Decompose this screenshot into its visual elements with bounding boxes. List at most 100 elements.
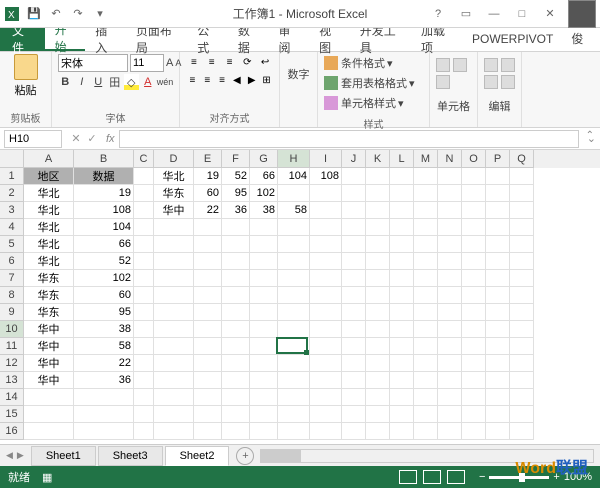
col-header-C[interactable]: C	[134, 150, 154, 168]
tab-file[interactable]: 文件	[0, 27, 45, 51]
cell-A15[interactable]	[24, 406, 74, 423]
cell-G10[interactable]	[250, 321, 278, 338]
cell-P10[interactable]	[486, 321, 510, 338]
row-header-9[interactable]: 9	[0, 304, 24, 321]
cell-C1[interactable]	[134, 168, 154, 185]
cell-I10[interactable]	[310, 321, 342, 338]
format-table-button[interactable]: 套用表格格式▾	[324, 74, 423, 92]
tab-formulas[interactable]: 公式	[187, 27, 228, 51]
row-header-2[interactable]: 2	[0, 185, 24, 202]
autosum-icon[interactable]	[484, 58, 498, 72]
cell-K2[interactable]	[366, 185, 390, 202]
cell-N16[interactable]	[438, 423, 462, 440]
edit-text[interactable]: 编辑	[489, 98, 511, 114]
cell-N15[interactable]	[438, 406, 462, 423]
close-icon[interactable]: ✕	[540, 6, 560, 22]
cell-B10[interactable]: 38	[74, 321, 134, 338]
cell-L11[interactable]	[390, 338, 414, 355]
save-icon[interactable]: 💾	[26, 6, 42, 22]
cell-L13[interactable]	[390, 372, 414, 389]
cell-D6[interactable]	[154, 253, 194, 270]
cell-N7[interactable]	[438, 270, 462, 287]
cell-B13[interactable]: 36	[74, 372, 134, 389]
name-box[interactable]	[4, 130, 62, 148]
cell-C16[interactable]	[134, 423, 154, 440]
cell-B11[interactable]: 58	[74, 338, 134, 355]
cell-F15[interactable]	[222, 406, 250, 423]
cell-D10[interactable]	[154, 321, 194, 338]
cell-D11[interactable]	[154, 338, 194, 355]
cell-O15[interactable]	[462, 406, 486, 423]
col-header-D[interactable]: D	[154, 150, 194, 168]
col-header-A[interactable]: A	[24, 150, 74, 168]
cell-O5[interactable]	[462, 236, 486, 253]
cell-Q3[interactable]	[510, 202, 534, 219]
cell-A11[interactable]: 华中	[24, 338, 74, 355]
cell-K9[interactable]	[366, 304, 390, 321]
cell-B9[interactable]: 95	[74, 304, 134, 321]
cell-M6[interactable]	[414, 253, 438, 270]
cell-D3[interactable]: 华中	[154, 202, 194, 219]
tab-data[interactable]: 数据	[228, 27, 269, 51]
fx-icon[interactable]: fx	[106, 133, 115, 145]
maximize-icon[interactable]: □	[512, 6, 532, 22]
merge-icon[interactable]: ⊞	[260, 72, 273, 88]
cell-E5[interactable]	[194, 236, 222, 253]
row-header-15[interactable]: 15	[0, 406, 24, 423]
row-header-4[interactable]: 4	[0, 219, 24, 236]
cell-C7[interactable]	[134, 270, 154, 287]
cell-N13[interactable]	[438, 372, 462, 389]
cell-G8[interactable]	[250, 287, 278, 304]
cell-M1[interactable]	[414, 168, 438, 185]
conditional-format-button[interactable]: 条件格式▾	[324, 54, 423, 72]
cell-G15[interactable]	[250, 406, 278, 423]
cell-Q15[interactable]	[510, 406, 534, 423]
col-header-K[interactable]: K	[366, 150, 390, 168]
cell-F1[interactable]: 52	[222, 168, 250, 185]
cell-K11[interactable]	[366, 338, 390, 355]
cell-E1[interactable]: 19	[194, 168, 222, 185]
formula-bar[interactable]	[119, 130, 579, 148]
col-header-H[interactable]: H	[278, 150, 310, 168]
cell-D9[interactable]	[154, 304, 194, 321]
cell-E13[interactable]	[194, 372, 222, 389]
bold-icon[interactable]: B	[58, 74, 73, 90]
cell-F5[interactable]	[222, 236, 250, 253]
user-avatar[interactable]	[568, 0, 596, 28]
cell-L4[interactable]	[390, 219, 414, 236]
cell-K13[interactable]	[366, 372, 390, 389]
cell-E15[interactable]	[194, 406, 222, 423]
cell-I3[interactable]	[310, 202, 342, 219]
col-header-P[interactable]: P	[486, 150, 510, 168]
cell-I11[interactable]	[310, 338, 342, 355]
sheet-nav-next-icon[interactable]: ▶	[17, 450, 24, 461]
tab-layout[interactable]: 页面布局	[126, 27, 187, 51]
cell-F10[interactable]	[222, 321, 250, 338]
cell-H4[interactable]	[278, 219, 310, 236]
cell-G7[interactable]	[250, 270, 278, 287]
cell-J3[interactable]	[342, 202, 366, 219]
cell-E2[interactable]: 60	[194, 185, 222, 202]
cell-C10[interactable]	[134, 321, 154, 338]
cell-D1[interactable]: 华北	[154, 168, 194, 185]
tab-powerpivot[interactable]: POWERPIVOT	[462, 27, 563, 51]
cell-J16[interactable]	[342, 423, 366, 440]
cell-P14[interactable]	[486, 389, 510, 406]
align-bottom-icon[interactable]: ≡	[222, 54, 238, 70]
cell-F16[interactable]	[222, 423, 250, 440]
cell-M4[interactable]	[414, 219, 438, 236]
cell-G6[interactable]	[250, 253, 278, 270]
cell-P13[interactable]	[486, 372, 510, 389]
cell-Q14[interactable]	[510, 389, 534, 406]
find-icon[interactable]	[501, 75, 515, 89]
cell-O12[interactable]	[462, 355, 486, 372]
cell-O10[interactable]	[462, 321, 486, 338]
cell-L3[interactable]	[390, 202, 414, 219]
cell-F3[interactable]: 36	[222, 202, 250, 219]
cell-M14[interactable]	[414, 389, 438, 406]
cell-E6[interactable]	[194, 253, 222, 270]
cell-N11[interactable]	[438, 338, 462, 355]
font-size-select[interactable]	[130, 54, 164, 72]
cell-B6[interactable]: 52	[74, 253, 134, 270]
col-header-L[interactable]: L	[390, 150, 414, 168]
